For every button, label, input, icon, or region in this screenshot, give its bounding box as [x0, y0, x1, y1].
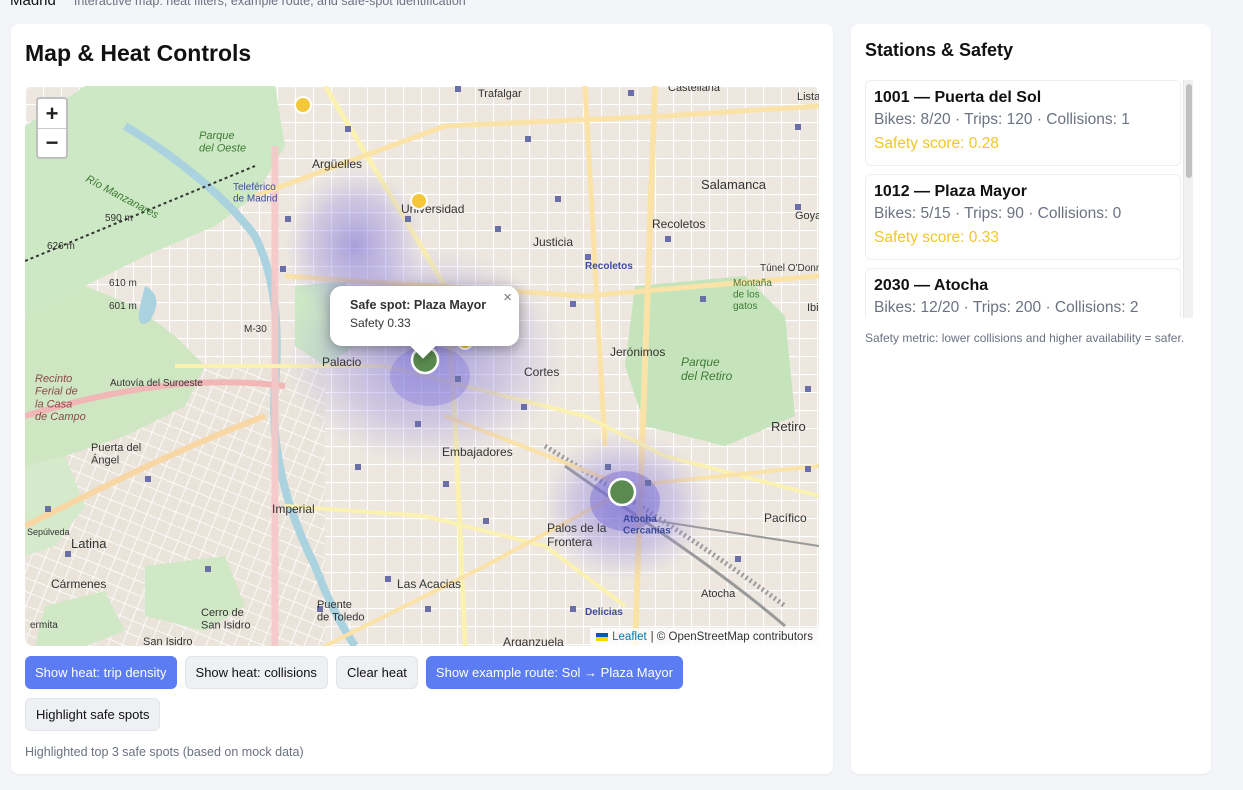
safe-spot-marker[interactable] — [607, 477, 637, 507]
station-list[interactable]: 1001 — Puerta del Sol Bikes: 8/20 · Trip… — [865, 80, 1197, 318]
button-row: Show heat: trip density Show heat: colli… — [25, 656, 683, 689]
map-label: Argüelles — [312, 157, 362, 171]
map-label: Jerónimos — [610, 345, 665, 359]
map-label: Embajadores — [442, 445, 513, 459]
station-item[interactable]: 2030 — Atocha Bikes: 12/20 · Trips: 200 … — [865, 268, 1181, 318]
map-label: Recoletos — [585, 261, 633, 272]
zoom-control: + − — [36, 97, 68, 159]
map-label: Latina — [71, 536, 107, 551]
clear-heat-button[interactable]: Clear heat — [335, 656, 418, 689]
station-name: 1012 — Plaza Mayor — [874, 183, 1027, 200]
app-name: Madrid — [10, 0, 56, 9]
map-label: Palacio — [322, 355, 362, 369]
scrollbar-thumb[interactable] — [1186, 84, 1192, 178]
metric-note: Safety metric: lower collisions and high… — [865, 331, 1185, 345]
map-label: 626 m — [47, 241, 75, 252]
map-label: Ibi — [807, 302, 819, 314]
popup-value: Safety 0.33 — [350, 316, 411, 330]
station-marker[interactable] — [410, 192, 428, 210]
map-label: Arganzuela — [503, 635, 564, 646]
stations-safety-card: Stations & Safety 1001 — Puerta del Sol … — [851, 24, 1211, 774]
map-label: Las Acacias — [397, 577, 461, 591]
map-label: Atocha — [701, 588, 736, 600]
zoom-out-button[interactable]: − — [38, 128, 66, 157]
close-icon[interactable]: × — [503, 289, 512, 306]
map-tiles[interactable]: Trafalgar Castellana Lista Argüelles Uni… — [25, 86, 819, 646]
map-label: Túnel O'Donnell — [760, 263, 819, 274]
popup-title: Safe spot: Plaza Mayor — [350, 298, 487, 312]
safety-score: Safety score: 0.28 — [874, 135, 999, 152]
map-label: Retiro — [771, 419, 806, 434]
map-view[interactable]: Trafalgar Castellana Lista Argüelles Uni… — [25, 86, 819, 646]
station-stats: Bikes: 12/20 · Trips: 200 · Collisions: … — [874, 299, 1139, 316]
button-row-2: Highlight safe spots — [25, 698, 161, 731]
map-label: Pacífico — [764, 511, 807, 525]
map-label: 610 m — [109, 278, 137, 289]
example-route-button[interactable]: Show example route: Sol → Plaza Mayor — [425, 656, 683, 689]
map-label: 590 m — [105, 213, 133, 224]
map-label: San Isidro — [143, 636, 193, 646]
station-stats: Bikes: 8/20 · Trips: 120 · Collisions: 1 — [874, 111, 1130, 128]
map-label: Cortes — [524, 365, 559, 379]
zoom-in-button[interactable]: + — [38, 99, 66, 128]
station-stats: Bikes: 5/15 · Trips: 90 · Collisions: 0 — [874, 205, 1122, 222]
heat-collisions-button[interactable]: Show heat: collisions — [184, 656, 328, 689]
app-subtitle: Interactive map: heat filters, example r… — [73, 0, 466, 8]
station-item[interactable]: 1012 — Plaza Mayor Bikes: 5/15 · Trips: … — [865, 174, 1181, 260]
map-label: Cármenes — [51, 577, 106, 591]
top-bar: Madrid Interactive map: heat filters, ex… — [10, 0, 466, 12]
map-attribution: Leaflet | © OpenStreetMap contributors — [590, 628, 819, 646]
map-label: Recoletos — [652, 217, 705, 231]
map-label: Salamanca — [701, 177, 767, 192]
status-text: Highlighted top 3 safe spots (based on m… — [25, 745, 304, 759]
leaflet-link[interactable]: Leaflet — [612, 631, 647, 643]
safety-score: Safety score: 0.33 — [874, 229, 999, 246]
map-label: Universidad — [401, 202, 464, 216]
map-label: Teleférico de Madrid — [233, 182, 277, 205]
heat-trip-density-button[interactable]: Show heat: trip density — [25, 656, 177, 689]
map-label: Imperial — [272, 502, 315, 516]
panel-title: Map & Heat Controls — [25, 40, 252, 66]
map-label: Trafalgar — [478, 88, 522, 100]
map-label: ermita — [30, 620, 58, 631]
map-label: M-30 — [244, 324, 267, 335]
map-label: Cerro de San Isidro — [201, 607, 251, 632]
station-name: 1001 — Puerta del Sol — [874, 89, 1042, 106]
map-label: Lista — [797, 91, 819, 103]
map-label: Justicia — [533, 235, 573, 249]
map-label: Sepúlveda — [27, 527, 70, 537]
highlight-safe-spots-button[interactable]: Highlight safe spots — [25, 698, 161, 731]
station-item[interactable]: 1001 — Puerta del Sol Bikes: 8/20 · Trip… — [865, 80, 1181, 166]
map-label: Goya — [795, 210, 819, 222]
osm-attribution: | © OpenStreetMap contributors — [650, 631, 813, 643]
safe-spot-popup: Safe spot: Plaza Mayor Safety 0.33 × — [330, 286, 519, 346]
flag-icon — [596, 633, 609, 641]
map-label: 601 m — [109, 301, 137, 312]
map-label: Autovía del Suroeste — [110, 378, 203, 389]
map-label: Delicias — [585, 607, 623, 618]
scrollbar[interactable] — [1183, 80, 1193, 318]
station-marker[interactable] — [294, 96, 312, 114]
station-name: 2030 — Atocha — [874, 277, 989, 294]
map-controls-card: Map & Heat Controls Trafalgar Castellana… — [11, 24, 833, 774]
panel-title: Stations & Safety — [865, 40, 1014, 60]
map-label: Castellana — [668, 86, 721, 94]
